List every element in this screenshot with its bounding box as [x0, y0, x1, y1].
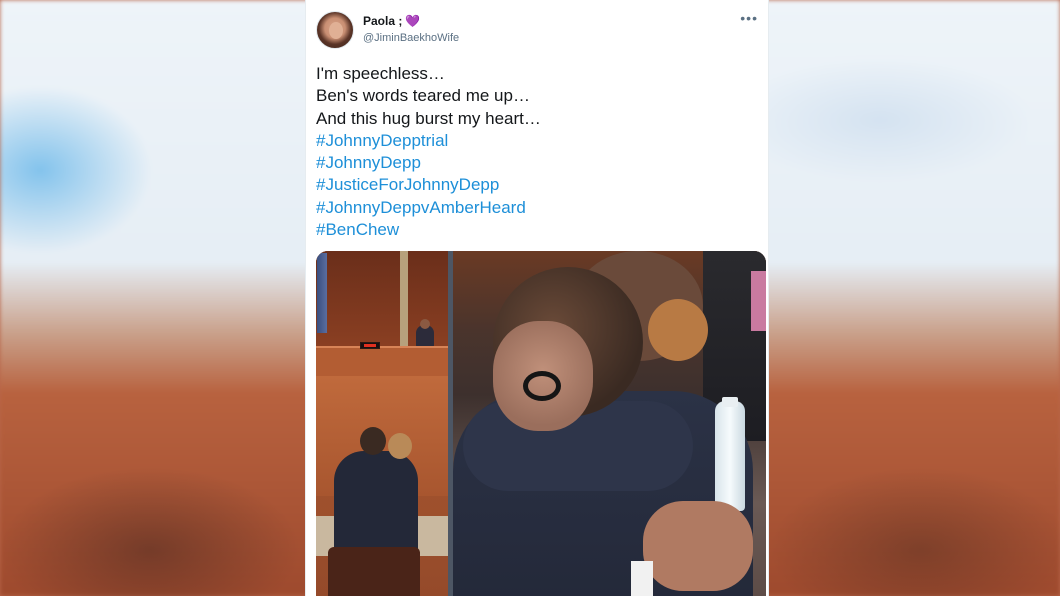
hashtag-link[interactable]: #BenChew [316, 219, 760, 241]
more-options-icon[interactable]: ••• [740, 11, 758, 25]
background-shadow-left [0, 430, 300, 596]
text-line: And this hug burst my heart… [316, 108, 541, 128]
background-shadow-right [770, 430, 1060, 596]
hashtag-link[interactable]: #JusticeForJohnnyDepp [316, 174, 760, 196]
hand [643, 501, 753, 591]
text-line: Ben's words teared me up… [316, 86, 530, 106]
judge-bench [316, 346, 448, 376]
hair-bun [648, 299, 708, 361]
tweet-text: I'm speechless… Ben's words teared me up… [316, 63, 760, 241]
hashtag-link[interactable]: #JohnnyDepp [316, 152, 760, 174]
water-bottle [715, 401, 745, 511]
text-line: I'm speechless… [316, 64, 445, 83]
avatar[interactable] [316, 11, 354, 49]
chair [328, 547, 420, 596]
flag [317, 253, 327, 333]
tweet-header: Paola ; 💜 @JiminBaekhoWife ••• [316, 11, 760, 51]
hashtag-link[interactable]: #JohnnyDepptrial [316, 130, 760, 152]
hug-closeup [453, 251, 766, 596]
hugging-figures [334, 451, 418, 561]
user-handle[interactable]: @JiminBaekhoWife [363, 31, 459, 45]
display-name-text: Paola ; [363, 14, 403, 28]
digital-clock [360, 342, 380, 349]
author-names: Paola ; 💜 @JiminBaekhoWife [363, 14, 459, 45]
courtroom-wide-shot [316, 251, 448, 596]
glasses [523, 371, 561, 401]
purple-heart-icon: 💜 [405, 14, 421, 28]
display-name[interactable]: Paola ; 💜 [363, 14, 459, 29]
tweet-card: Paola ; 💜 @JiminBaekhoWife ••• I'm speech… [305, 0, 769, 596]
avatar-face [329, 22, 343, 39]
hashtag-link[interactable]: #JohnnyDeppvAmberHeard [316, 197, 760, 219]
tweet-media-image[interactable] [316, 251, 766, 596]
